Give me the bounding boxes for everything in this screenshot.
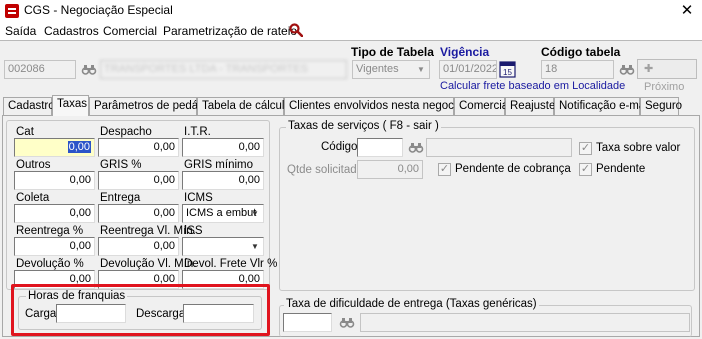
search-icon[interactable] <box>289 23 303 37</box>
proximo-button[interactable]: ✚ Próximo <box>637 59 697 93</box>
icms-value: ICMS a embut <box>186 207 257 219</box>
iss-label: ISS <box>184 225 203 237</box>
menu-item-cadastros[interactable]: Cadastros <box>44 24 99 38</box>
vigencia-date-field[interactable]: 01/01/2022 <box>439 60 497 79</box>
servico-descricao-field[interactable] <box>426 138 572 157</box>
tab-notificacao-email[interactable]: Notificação e-mail <box>554 97 650 115</box>
tab-taxas[interactable]: Taxas <box>52 95 89 116</box>
binoculars-icon[interactable] <box>80 60 98 78</box>
tipo-tabela-label: Tipo de Tabela <box>351 45 434 59</box>
highlight-box <box>11 284 270 336</box>
pendente-cobranca-checkbox[interactable]: ✓ <box>438 163 451 176</box>
pendente-cobranca-label: Pendente de cobrança <box>455 163 571 175</box>
svg-text:15: 15 <box>503 68 512 77</box>
taxa-sobre-valor-checkbox[interactable]: ✓ <box>579 142 592 155</box>
menu-item-comercial[interactable]: Comercial <box>103 24 157 38</box>
close-button[interactable]: ✕ <box>676 1 698 21</box>
gris-minimo-label: GRIS mínimo <box>184 159 254 171</box>
tipo-tabela-value: Vigentes <box>356 63 399 75</box>
cat-label: Cat <box>16 126 34 138</box>
reentrega-pct-field[interactable]: 0,00 <box>14 237 95 256</box>
codigo-tabela-label: Código tabela <box>541 45 621 59</box>
client-code-field[interactable]: 002086 <box>4 60 76 79</box>
taxa-dificuldade-desc-field[interactable] <box>360 313 690 332</box>
taxa-dificuldade-title: Taxa de dificuldade de entrega (Taxas ge… <box>284 298 539 310</box>
entrega-label: Entrega <box>100 192 141 204</box>
devolucao-pct-label: Devolução % <box>16 258 84 270</box>
tab-seguro[interactable]: Seguro <box>640 97 682 115</box>
tab-comercial[interactable]: Comercial <box>454 97 511 115</box>
taxas-servicos-title: Taxas de serviços ( F8 - sair ) <box>286 120 441 132</box>
icms-label: ICMS <box>184 192 213 204</box>
devolucao-vl-min-label: Devolução Vl. Mín. <box>100 258 197 270</box>
despacho-label: Despacho <box>100 126 152 138</box>
codigo-field[interactable] <box>357 138 403 157</box>
binoculars-icon[interactable] <box>618 60 636 78</box>
reentrega-pct-label: Reentrega % <box>16 225 84 237</box>
despacho-field[interactable]: 0,00 <box>98 138 179 157</box>
app-icon <box>4 3 20 19</box>
coleta-label: Coleta <box>16 192 50 204</box>
chevron-down-icon[interactable]: ▼ <box>247 238 263 255</box>
qtde-solicitada-field[interactable]: 0,00 <box>357 160 423 179</box>
menu-item-saida[interactable]: Saída <box>5 24 36 38</box>
tab-clientes-envolvidos[interactable]: Clientes envolvidos nesta negociação <box>284 97 481 115</box>
itr-label: I.T.R. <box>184 126 211 138</box>
tab-reajuste[interactable]: Reajuste <box>505 97 555 115</box>
taxa-sobre-valor-label: Taxa sobre valor <box>596 142 681 154</box>
qtde-solicitada-label: Qtde solicitada <box>287 164 364 176</box>
window-title: CGS - Negociação Especial <box>24 3 173 17</box>
codigo-label: Código <box>321 141 358 153</box>
calendar-icon[interactable]: 15 <box>499 61 516 78</box>
tab-cadastro[interactable]: Cadastro <box>3 97 55 115</box>
calc-frete-link[interactable]: Calcular frete baseado em Localidade <box>440 80 625 92</box>
plus-icon: ✚ <box>644 63 654 75</box>
tab-parametros-pedagio[interactable]: Parâmetros de pedágio <box>89 97 214 115</box>
binoculars-icon[interactable] <box>338 313 356 331</box>
gris-pct-field[interactable]: 0,00 <box>98 171 179 190</box>
gris-pct-label: GRIS % <box>100 159 142 171</box>
reentrega-vl-min-field[interactable]: 0,00 <box>98 237 179 256</box>
cat-value: 0,00 <box>67 141 91 153</box>
taxa-dificuldade-code-field[interactable] <box>283 313 332 332</box>
itr-field[interactable]: 0,00 <box>182 138 264 157</box>
cat-field[interactable]: 0,00 <box>14 138 95 157</box>
entrega-field[interactable]: 0,00 <box>98 204 179 223</box>
vigencia-label: Vigência <box>440 45 490 59</box>
outros-label: Outros <box>16 159 51 171</box>
client-name-field[interactable]: TRANSPORTES LTDA - TRANSPORTES <box>100 60 347 79</box>
reentrega-vl-min-label: Reentrega Vl. Mín. <box>100 225 196 237</box>
outros-field[interactable]: 0,00 <box>14 171 95 190</box>
binoculars-icon[interactable] <box>407 138 425 156</box>
pendente-checkbox[interactable]: ✓ <box>579 163 592 176</box>
coleta-field[interactable]: 0,00 <box>14 204 95 223</box>
pendente-label: Pendente <box>596 163 646 175</box>
devol-frete-vlr-label: Devol. Frete Vlr % <box>184 258 278 270</box>
chevron-down-icon[interactable]: ▼ <box>413 61 429 78</box>
codigo-tabela-field[interactable]: 18 <box>541 60 614 79</box>
tab-tabela-calculo[interactable]: Tabela de cálculo <box>197 97 291 115</box>
gris-minimo-field[interactable]: 0,00 <box>182 171 264 190</box>
chevron-down-icon[interactable]: ▼ <box>247 205 263 222</box>
proximo-label: Próximo <box>644 81 685 93</box>
menu-item-parametrizacao-rateio[interactable]: Parametrização de rateio <box>163 24 297 38</box>
